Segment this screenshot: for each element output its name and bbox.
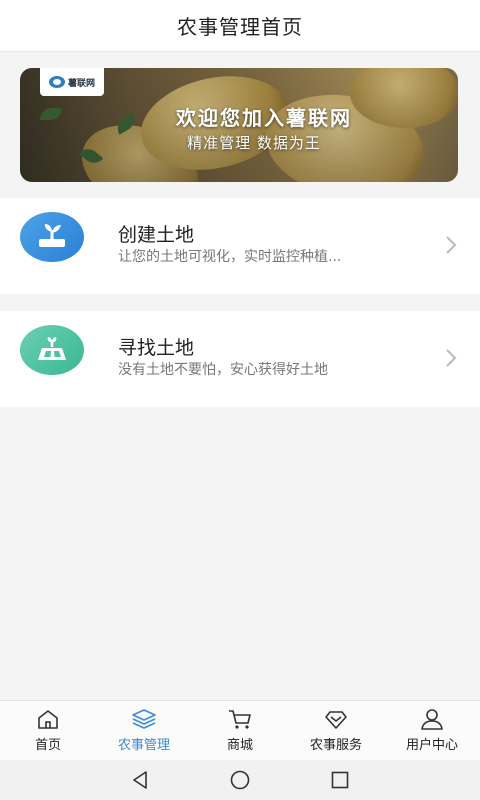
back-icon[interactable] (129, 769, 151, 791)
plant-icon (20, 212, 84, 262)
brand-logo-text: 薯联网 (67, 78, 95, 89)
user-icon (421, 709, 443, 730)
tab-farm-services[interactable]: 农事服务 (288, 701, 384, 760)
card-title: 寻找土地 (118, 337, 195, 359)
create-land-card[interactable]: 创建土地 让您的土地可视化，实时监控种植... (0, 198, 480, 294)
tab-mall[interactable]: 商城 (192, 701, 288, 760)
tab-label: 农事服务 (309, 738, 362, 753)
banner-title: 欢迎您加入薯联网 (176, 106, 352, 130)
page-title: 农事管理首页 (177, 15, 303, 39)
field-icon (20, 325, 84, 375)
home-icon (38, 710, 58, 729)
chevron-right-icon (446, 236, 457, 254)
tab-label: 首页 (34, 738, 61, 753)
tab-home[interactable]: 首页 (0, 701, 96, 760)
top-header: 农事管理首页 (0, 0, 480, 52)
chevron-right-icon (446, 349, 457, 367)
home-circle-icon[interactable] (229, 769, 251, 791)
layers-icon (132, 709, 156, 729)
tab-farm-management[interactable]: 农事管理 (96, 701, 192, 760)
banner-subtitle: 精准管理 数据为王 (187, 134, 321, 152)
welcome-banner[interactable]: 薯联网 欢迎您加入薯联网 精准管理 数据为王 (20, 68, 458, 182)
brand-logo-icon (48, 76, 65, 88)
tab-label: 用户中心 (405, 738, 458, 753)
tab-label: 农事管理 (117, 738, 170, 753)
recents-icon[interactable] (329, 769, 351, 791)
find-land-card[interactable]: 寻找土地 没有土地不要怕，安心获得好土地 (0, 311, 480, 407)
card-description: 没有土地不要怕，安心获得好土地 (118, 362, 328, 378)
system-navigation-bar (0, 760, 480, 800)
tab-user-center[interactable]: 用户中心 (384, 701, 480, 760)
bottom-tab-bar: 首页 农事管理 商城 农事服务 用户中心 (0, 700, 480, 760)
brand-logo: 薯联网 (40, 68, 104, 96)
card-description: 让您的土地可视化，实时监控种植... (118, 249, 342, 265)
cart-icon (229, 710, 251, 729)
tab-label: 商城 (226, 738, 253, 753)
card-title: 创建土地 (118, 224, 195, 246)
diamond-icon (325, 711, 347, 729)
